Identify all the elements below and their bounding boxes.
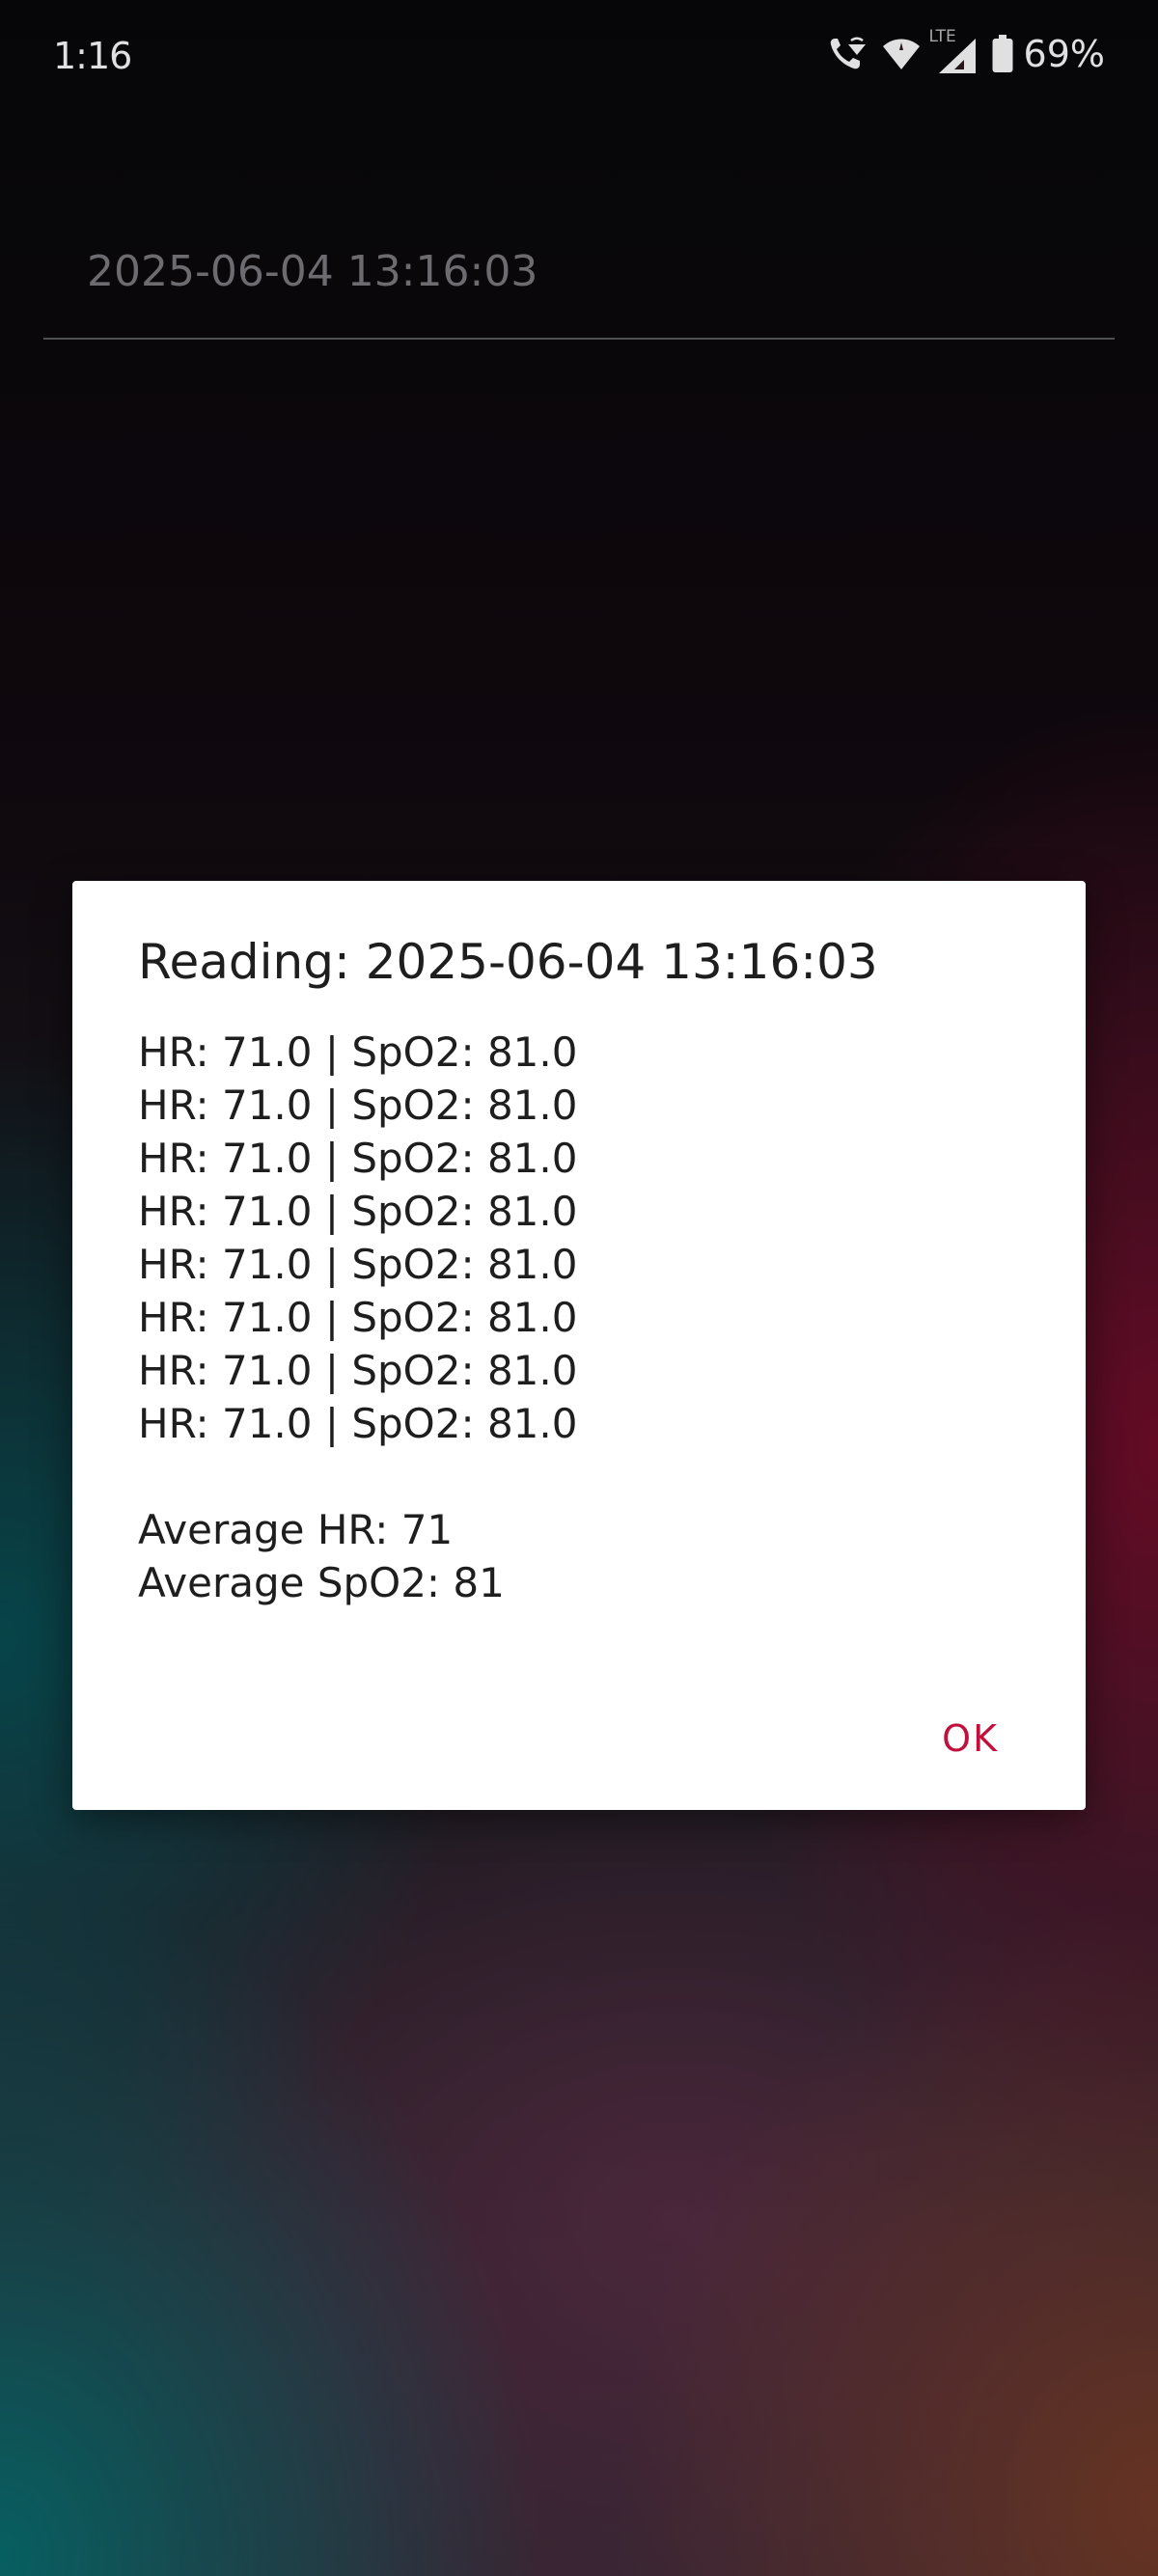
reading-line: HR: 71.0 | SpO2: 81.0: [138, 1347, 578, 1394]
dialog-message: HR: 71.0 | SpO2: 81.0 HR: 71.0 | SpO2: 8…: [138, 1026, 577, 1609]
ok-button[interactable]: OK: [932, 1708, 1008, 1769]
reading-line: HR: 71.0 | SpO2: 81.0: [138, 1028, 578, 1076]
reading-line: HR: 71.0 | SpO2: 81.0: [138, 1188, 578, 1235]
average-hr: Average HR: 71: [138, 1506, 454, 1553]
reading-line: HR: 71.0 | SpO2: 81.0: [138, 1294, 578, 1341]
dialog-title: Reading: 2025-06-04 13:16:03: [138, 934, 878, 990]
reading-line: HR: 71.0 | SpO2: 81.0: [138, 1241, 578, 1288]
average-spo2: Average SpO2: 81: [138, 1559, 505, 1606]
reading-line: HR: 71.0 | SpO2: 81.0: [138, 1135, 578, 1182]
reading-line: HR: 71.0 | SpO2: 81.0: [138, 1400, 578, 1447]
reading-line: HR: 71.0 | SpO2: 81.0: [138, 1082, 578, 1129]
reading-dialog: Reading: 2025-06-04 13:16:03 HR: 71.0 | …: [72, 881, 1086, 1810]
